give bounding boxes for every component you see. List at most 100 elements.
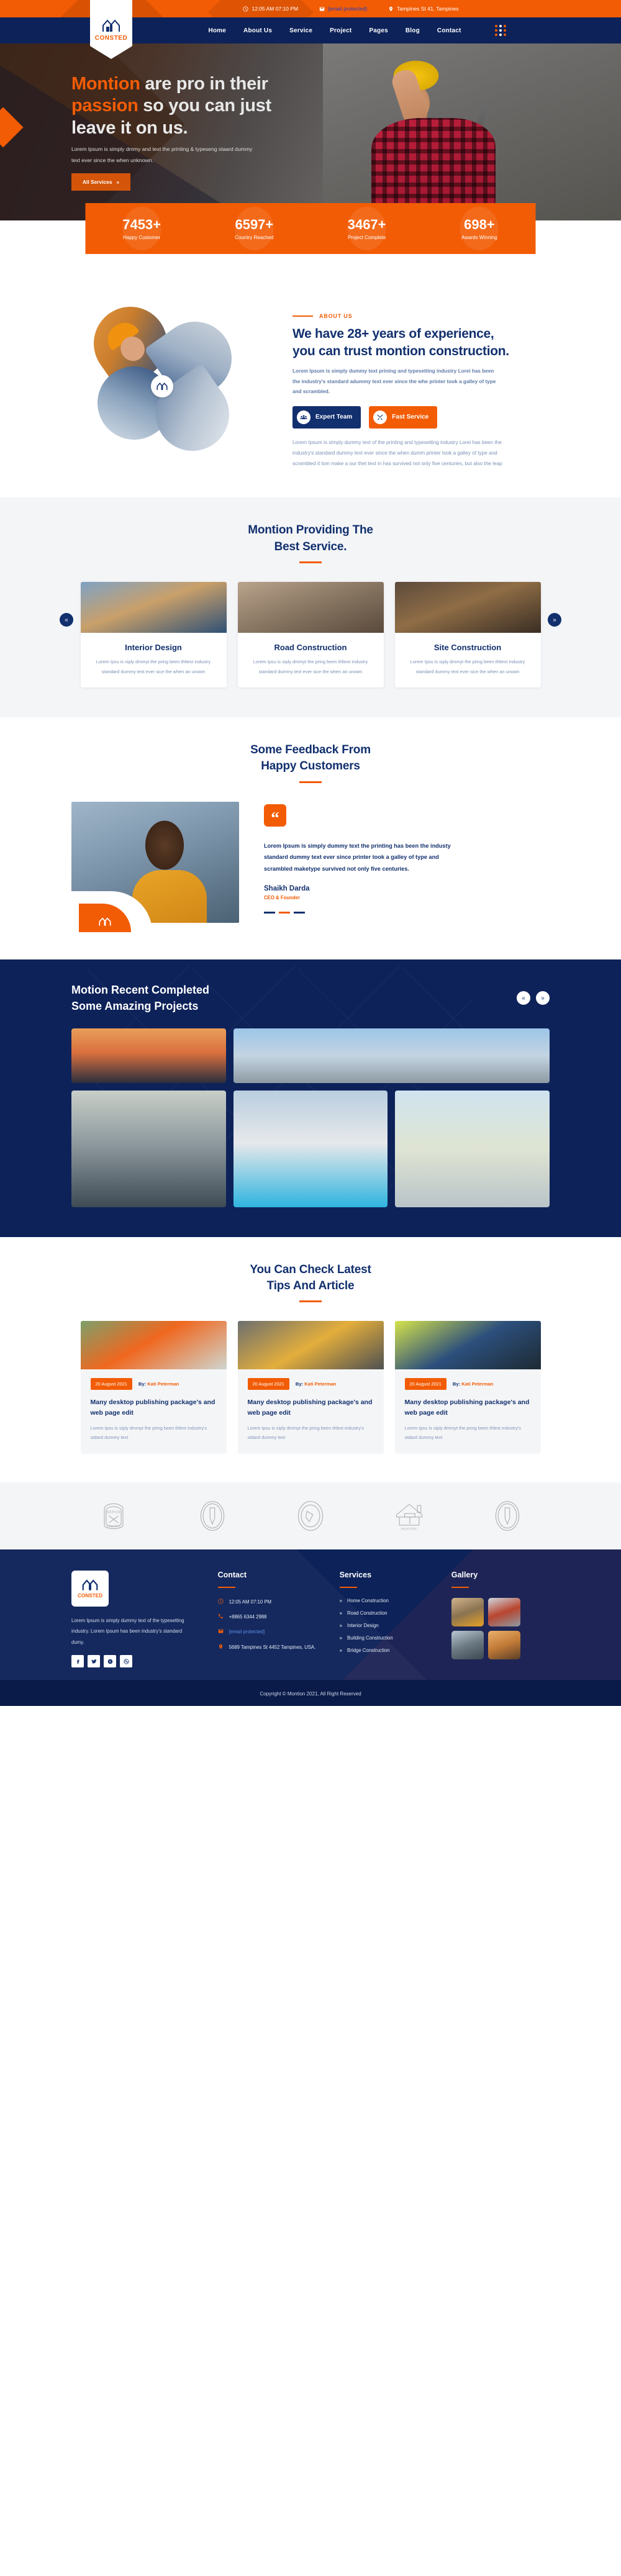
nav-item-home[interactable]: Home	[208, 27, 226, 34]
twitter-icon[interactable]	[88, 1655, 100, 1668]
footer-gallery-crane-sunset[interactable]	[487, 1630, 520, 1659]
testimonial-dot-3[interactable]	[294, 912, 305, 914]
project-image-modern-villa-pool[interactable]	[233, 1090, 388, 1207]
blog-heading-block: You Can Check Latest Tips And Article	[71, 1262, 550, 1303]
about-lead-paragraph: Lorem Ipsum is simply dummy text prining…	[292, 368, 496, 395]
testimonial-dot-2[interactable]	[279, 912, 290, 914]
topbar-email[interactable]: [email protected]	[319, 6, 367, 12]
mail-icon	[319, 6, 325, 12]
nav-item-project[interactable]: Project	[330, 27, 351, 34]
blog-card[interactable]: 20 August 2021 By: Kati Peterman Many de…	[80, 1321, 227, 1454]
service-card-text: Lorem Ipsu is siply dmmyt the pring been…	[253, 658, 368, 675]
service-card[interactable]: Site Construction Lorem Ipsu is siply dm…	[394, 581, 541, 688]
dribbble-icon[interactable]	[120, 1655, 132, 1668]
footer-service-item[interactable]: » Bridge Construction	[340, 1648, 438, 1653]
projects-nav: « »	[517, 991, 550, 1005]
grid-dots-icon[interactable]	[494, 25, 506, 36]
stat-label: Project Complete	[347, 235, 386, 240]
blog-card-author[interactable]: Kati Peterman	[304, 1381, 336, 1387]
service-card[interactable]: Road Construction Lorem Ipsu is siply dm…	[237, 581, 384, 688]
footer-service-item[interactable]: » Interior Design	[340, 1623, 438, 1628]
svg-text:REPAIR: REPAIR	[107, 1510, 121, 1514]
nav-item-service[interactable]: Service	[289, 27, 312, 34]
nav-item-pages[interactable]: Pages	[369, 27, 388, 34]
nav-item-contact[interactable]: Contact	[437, 27, 461, 34]
skype-icon[interactable]	[104, 1655, 116, 1668]
hero-title: Montion are pro in their passion so you …	[71, 73, 320, 139]
about-heading: We have 28+ years of experience, you can…	[292, 327, 509, 358]
blog-card-title[interactable]: Many desktop publishing package's and we…	[81, 1390, 227, 1418]
topbar-email-text[interactable]: [email protected]	[328, 6, 367, 12]
footer-gallery-excavator-site[interactable]	[451, 1597, 484, 1626]
about-collage	[71, 292, 276, 466]
byline-prefix: By:	[295, 1381, 304, 1387]
site-footer: CONSTED Lorem Ipsum is simply dummy text…	[0, 1549, 621, 1680]
testimonial-dot-1[interactable]	[264, 912, 275, 914]
project-image-steel-bridge-mountain[interactable]	[233, 1028, 550, 1083]
repair-service-badge-icon: REPAIR SERVICE	[96, 1499, 131, 1533]
service-card[interactable]: Interior Design Lorem Ipsu is siply dmmy…	[80, 581, 227, 688]
facebook-icon[interactable]	[71, 1655, 84, 1668]
blog-card[interactable]: 20 August 2021 By: Kati Peterman Many de…	[237, 1321, 384, 1454]
services-next-button[interactable]: »	[548, 613, 561, 627]
blog-card-title[interactable]: Many desktop publishing package's and we…	[238, 1390, 384, 1418]
footer-contact-email[interactable]: [email protected]	[218, 1628, 326, 1636]
project-image-arch-bridge-water[interactable]	[71, 1090, 226, 1207]
nav-item-blog[interactable]: Blog	[406, 27, 420, 34]
blog-card-date: 20 August 2021	[90, 1378, 132, 1390]
footer-brand-name: CONSTED	[77, 1593, 103, 1599]
stat-value: 6597+	[235, 217, 274, 232]
expert-team-button-label: Expert Team	[315, 414, 353, 421]
painting-service-badge-icon: PAINTING	[392, 1499, 427, 1533]
testimonial-slider-dots[interactable]	[264, 912, 550, 914]
partners-section: REPAIR SERVICE PAINTING	[0, 1482, 621, 1549]
stats-bar: 7453+ Happy Customer 6597+ Country Reach…	[85, 203, 536, 254]
project-image-bridge-sunset[interactable]	[71, 1028, 226, 1083]
copyright-text: Copyright © Montion 2021, All Right Rese…	[260, 1691, 361, 1697]
service-card-title: Site Construction	[433, 642, 502, 652]
stat-value: 3467+	[347, 217, 386, 232]
house-twin-icon	[156, 383, 168, 390]
services-heading: Montion Providing The Best Service.	[71, 522, 550, 555]
stat-label: Country Reached	[235, 235, 274, 240]
blog-card[interactable]: 20 August 2021 By: Kati Peterman Many de…	[394, 1321, 541, 1454]
svg-text:PAINTING: PAINTING	[401, 1527, 417, 1531]
phone-icon	[218, 1613, 224, 1619]
projects-next-button[interactable]: »	[536, 991, 550, 1005]
fast-service-button[interactable]: Fast Service	[369, 406, 438, 429]
service-card-text: Lorem Ipsu is siply dmmyt the pring been…	[96, 658, 211, 675]
blog-heading-line2: Tips And Article	[266, 1279, 355, 1292]
clock-icon	[243, 6, 249, 12]
projects-prev-button[interactable]: «	[517, 991, 530, 1005]
nav-item-about-us[interactable]: About Us	[243, 27, 272, 34]
all-services-button[interactable]: All Services »	[71, 173, 131, 191]
expert-team-button[interactable]: Expert Team	[292, 406, 361, 429]
footer-services-list: » Home Construction » Road Construction » I…	[340, 1598, 438, 1653]
footer-service-item[interactable]: » Road Construction	[340, 1610, 438, 1616]
chevron-right-icon: »	[339, 1597, 343, 1603]
house-twin-icon	[99, 917, 111, 926]
projects-heading-line2: Some Amazing Projects	[71, 1000, 199, 1013]
footer-service-label: Bridge Construction	[347, 1647, 390, 1653]
footer-contact-email-text[interactable]: [email protected]	[229, 1628, 265, 1636]
testimonial-heading: Some Feedback From Happy Customers	[71, 742, 550, 774]
testimonial-heading-block: Some Feedback From Happy Customers	[71, 742, 550, 783]
project-image-apartment-tower[interactable]	[395, 1090, 550, 1207]
testimonial-heading-line2: Happy Customers	[261, 760, 360, 773]
footer-service-item[interactable]: » Home Construction	[340, 1598, 438, 1603]
under-construction-badge-icon	[195, 1499, 230, 1533]
heading-underline	[299, 1300, 322, 1303]
footer-contact-phone-text[interactable]: +8865 6344 2988	[229, 1613, 267, 1621]
fast-service-button-label: Fast Service	[392, 414, 429, 421]
blog-card-title[interactable]: Many desktop publishing package's and we…	[395, 1390, 541, 1418]
footer-gallery-red-building[interactable]	[487, 1597, 520, 1626]
blog-card-author[interactable]: Kati Peterman	[147, 1381, 179, 1387]
quote-icon: “	[264, 804, 286, 827]
footer-contact-phone[interactable]: +8865 6344 2988	[218, 1613, 326, 1621]
footer-contact-hours: 12:05 AM 07:10 PM	[218, 1598, 326, 1606]
footer-brand-logo[interactable]: CONSTED	[71, 1570, 109, 1607]
blog-card-author[interactable]: Kati Peterman	[461, 1381, 493, 1387]
double-chevron-right-icon: »	[116, 179, 120, 186]
footer-gallery-machinery[interactable]	[451, 1630, 484, 1659]
footer-service-item[interactable]: » Building Construction	[340, 1635, 438, 1641]
